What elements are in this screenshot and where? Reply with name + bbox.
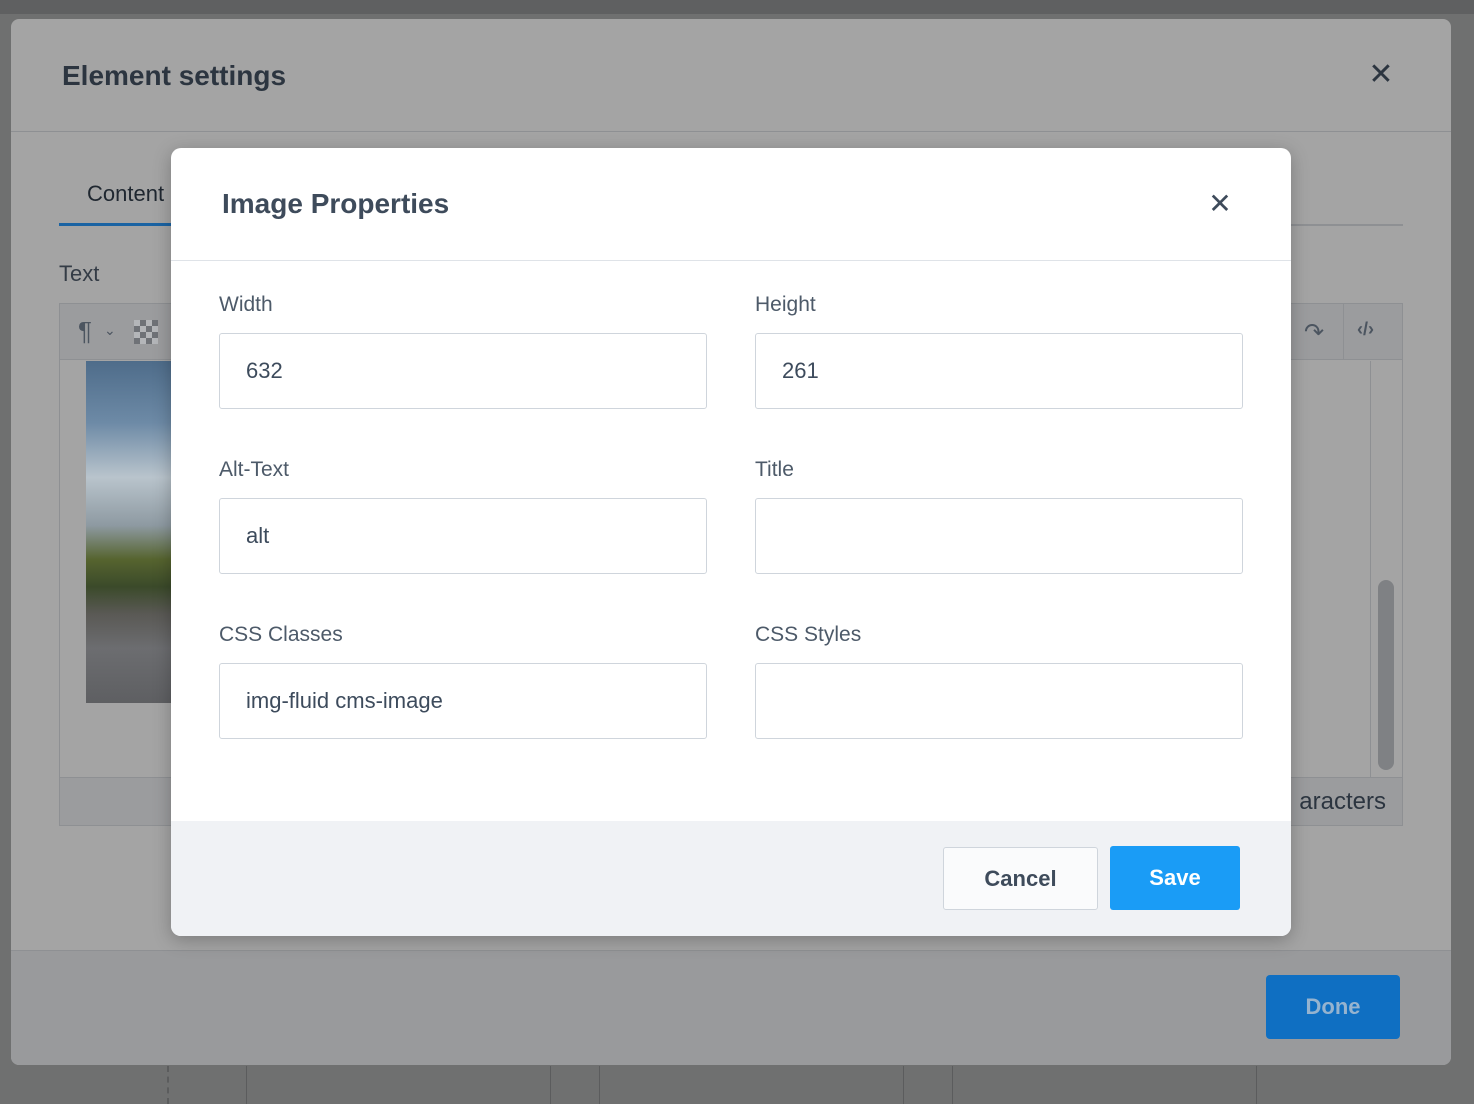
close-icon[interactable]: ✕ (1204, 188, 1236, 220)
background-grid (0, 1066, 1474, 1104)
background-column (903, 1066, 904, 1104)
scrollbar-track (1370, 361, 1371, 777)
css-styles-label: CSS Styles (755, 623, 862, 646)
title-input[interactable] (755, 498, 1243, 574)
cancel-button[interactable]: Cancel (943, 847, 1098, 910)
scrollbar-thumb[interactable] (1378, 580, 1394, 770)
title-label: Title (755, 458, 794, 481)
code-view-icon[interactable]: ‹/› (1357, 319, 1374, 340)
alt-text-label: Alt-Text (219, 458, 290, 481)
modal-header: Image Properties ✕ (171, 148, 1291, 261)
width-field-group: Width (219, 293, 707, 409)
element-settings-header: Element settings ✕ (11, 19, 1451, 132)
tab-content[interactable]: Content (59, 179, 179, 226)
modal-title: Image Properties (222, 188, 450, 219)
css-classes-label: CSS Classes (219, 623, 343, 646)
css-classes-input[interactable] (219, 663, 707, 739)
width-input[interactable] (219, 333, 707, 409)
background-column (1256, 1066, 1257, 1104)
height-input[interactable] (755, 333, 1243, 409)
alt-text-input[interactable] (219, 498, 707, 574)
character-count: aracters (1299, 788, 1386, 815)
title-field-group: Title (755, 458, 1243, 574)
done-button[interactable]: Done (1266, 975, 1400, 1039)
close-icon[interactable]: ✕ (1365, 59, 1397, 91)
element-settings-title: Element settings (62, 60, 287, 91)
save-button[interactable]: Save (1110, 846, 1240, 910)
transparency-icon[interactable] (134, 320, 158, 344)
background-topbar (0, 0, 1474, 14)
height-field-group: Height (755, 293, 1243, 409)
text-field-label: Text (59, 261, 100, 286)
element-settings-footer (11, 950, 1451, 1065)
width-label: Width (219, 293, 273, 316)
css-classes-field-group: CSS Classes (219, 623, 707, 739)
redo-icon[interactable]: ↷ (1304, 318, 1324, 347)
alt-text-field-group: Alt-Text (219, 458, 707, 574)
css-styles-input[interactable] (755, 663, 1243, 739)
toolbar-divider (1343, 304, 1344, 360)
image-properties-modal: Image Properties ✕ Width Height Alt-Text… (171, 148, 1291, 936)
editor-image[interactable] (86, 361, 176, 703)
css-styles-field-group: CSS Styles (755, 623, 1243, 739)
tab-label: Content (87, 181, 165, 206)
paragraph-icon[interactable]: ¶ (78, 316, 92, 347)
background-column (246, 1066, 247, 1104)
background-column (550, 1066, 551, 1104)
background-column (952, 1066, 953, 1104)
height-label: Height (755, 293, 816, 316)
modal-footer: Cancel Save (171, 821, 1291, 936)
background-dashed-line (167, 1066, 169, 1104)
chevron-down-icon[interactable]: ⌄ (104, 322, 116, 339)
background-column (599, 1066, 600, 1104)
